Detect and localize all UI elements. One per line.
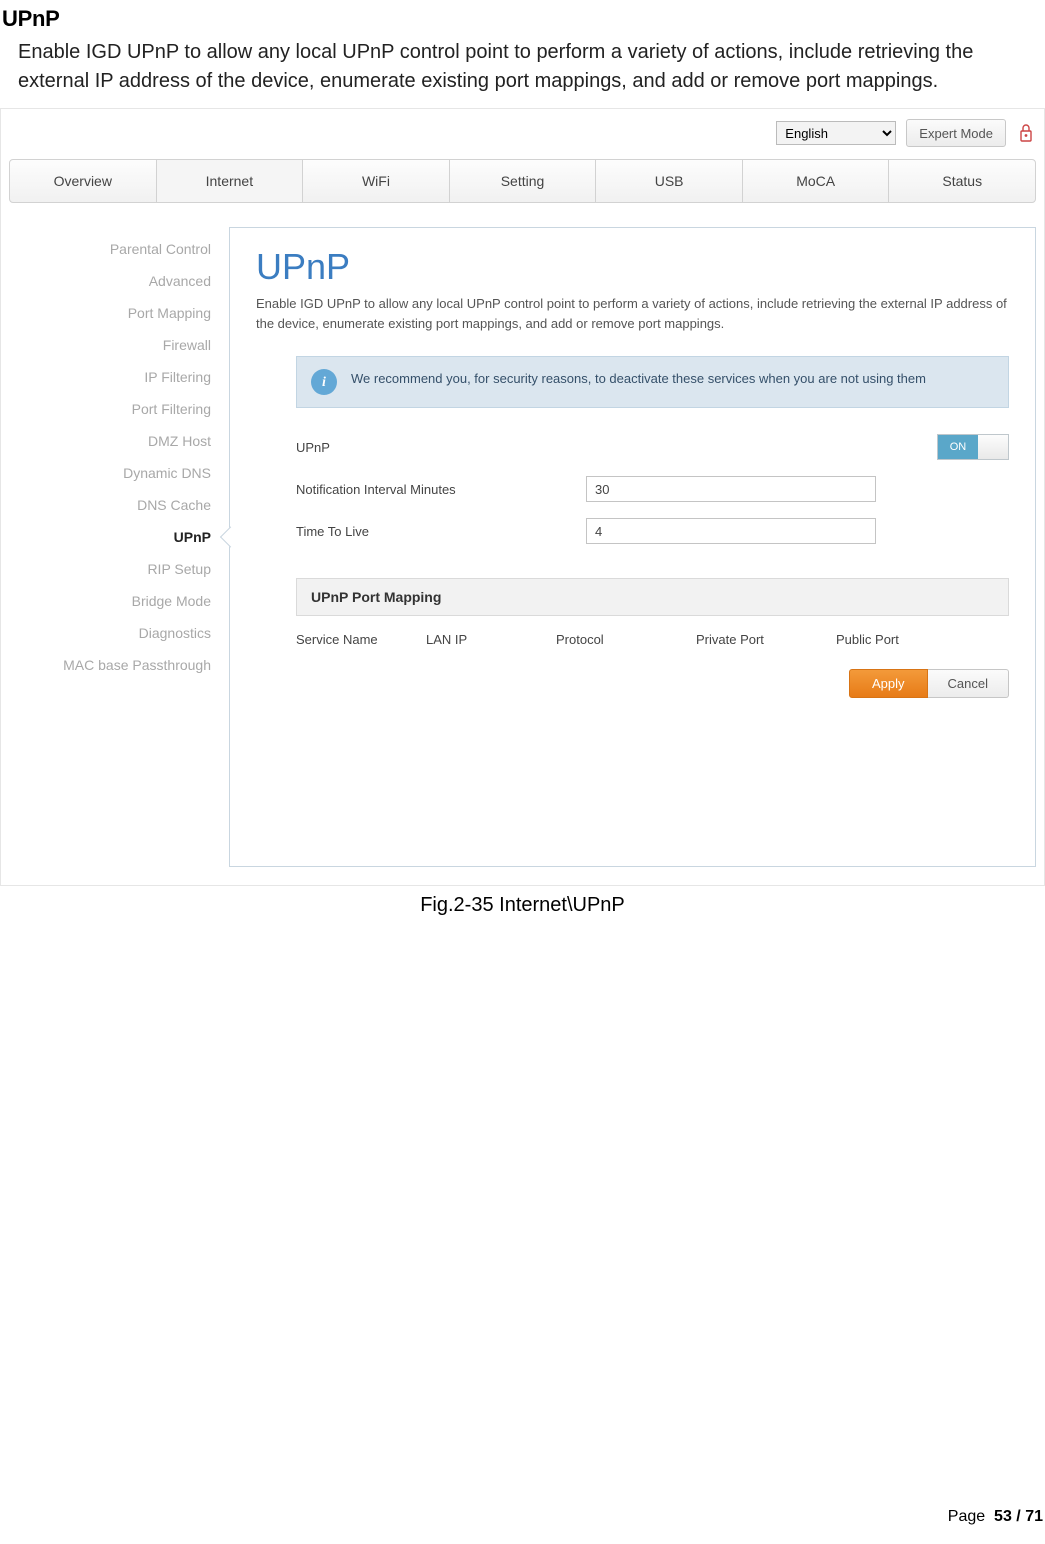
row-ttl: Time To Live [296, 510, 1009, 552]
ttl-input[interactable] [586, 518, 876, 544]
sidebar-rip-setup[interactable]: RIP Setup [9, 553, 229, 585]
sidebar-upnp[interactable]: UPnP [9, 521, 229, 553]
port-mapping-table-head: Service Name LAN IP Protocol Private Por… [296, 632, 1009, 647]
interval-input[interactable] [586, 476, 876, 502]
primary-tabs: Overview Internet WiFi Setting USB MoCA … [9, 159, 1036, 203]
sidebar-dns-cache[interactable]: DNS Cache [9, 489, 229, 521]
settings-block: UPnP ON Notification Interval Minutes Ti… [296, 426, 1009, 552]
info-banner: i We recommend you, for security reasons… [296, 356, 1009, 408]
sidebar-port-filtering[interactable]: Port Filtering [9, 393, 229, 425]
sidebar-dynamic-dns[interactable]: Dynamic DNS [9, 457, 229, 489]
sidebar-bridge-mode[interactable]: Bridge Mode [9, 585, 229, 617]
upnp-toggle[interactable]: ON [937, 434, 1009, 460]
router-screenshot: English Expert Mode Overview Internet Wi… [0, 108, 1045, 886]
tab-overview[interactable]: Overview [10, 160, 157, 202]
expert-mode-button[interactable]: Expert Mode [906, 119, 1006, 147]
panel-desc: Enable IGD UPnP to allow any local UPnP … [256, 294, 1009, 334]
logout-icon[interactable] [1016, 121, 1036, 145]
cancel-button[interactable]: Cancel [928, 669, 1009, 698]
row-upnp: UPnP ON [296, 426, 1009, 468]
figure-caption: Fig.2-35 Internet\UPnP [0, 894, 1045, 917]
tab-internet[interactable]: Internet [157, 160, 304, 202]
sidebar-dmz-host[interactable]: DMZ Host [9, 425, 229, 457]
tab-status[interactable]: Status [889, 160, 1035, 202]
interval-label: Notification Interval Minutes [296, 482, 586, 497]
sidebar-diagnostics[interactable]: Diagnostics [9, 617, 229, 649]
tab-moca[interactable]: MoCA [743, 160, 890, 202]
col-public-port: Public Port [836, 632, 956, 647]
info-text: We recommend you, for security reasons, … [351, 369, 926, 389]
main-panel: UPnP Enable IGD UPnP to allow any local … [229, 227, 1036, 867]
sidebar-ip-filtering[interactable]: IP Filtering [9, 361, 229, 393]
panel-title: UPnP [256, 246, 1009, 288]
col-protocol: Protocol [556, 632, 696, 647]
tab-usb[interactable]: USB [596, 160, 743, 202]
col-lan-ip: LAN IP [426, 632, 556, 647]
sidebar-advanced[interactable]: Advanced [9, 265, 229, 297]
content-wrap: Parental Control Advanced Port Mapping F… [1, 227, 1044, 885]
sidebar-mac-passthrough[interactable]: MAC base Passthrough [9, 649, 229, 681]
apply-button[interactable]: Apply [849, 669, 928, 698]
button-row: Apply Cancel [296, 669, 1009, 698]
toggle-on-label: ON [938, 435, 978, 459]
doc-section-desc: Enable IGD UPnP to allow any local UPnP … [18, 38, 1033, 96]
toggle-knob [978, 435, 1008, 459]
upnp-label: UPnP [296, 440, 586, 455]
sidebar-firewall[interactable]: Firewall [9, 329, 229, 361]
col-private-port: Private Port [696, 632, 836, 647]
language-select[interactable]: English [776, 121, 896, 145]
port-mapping-header: UPnP Port Mapping [296, 578, 1009, 616]
ttl-label: Time To Live [296, 524, 586, 539]
info-icon: i [311, 369, 337, 395]
tab-setting[interactable]: Setting [450, 160, 597, 202]
sidebar: Parental Control Advanced Port Mapping F… [9, 227, 229, 867]
sidebar-parental-control[interactable]: Parental Control [9, 233, 229, 265]
row-interval: Notification Interval Minutes [296, 468, 1009, 510]
page-number: Page 53 / 71 [0, 1498, 1045, 1544]
sidebar-port-mapping[interactable]: Port Mapping [9, 297, 229, 329]
doc-section-title: UPnP [2, 6, 1045, 32]
col-service-name: Service Name [296, 632, 426, 647]
tab-wifi[interactable]: WiFi [303, 160, 450, 202]
top-controls: English Expert Mode [1, 109, 1044, 159]
